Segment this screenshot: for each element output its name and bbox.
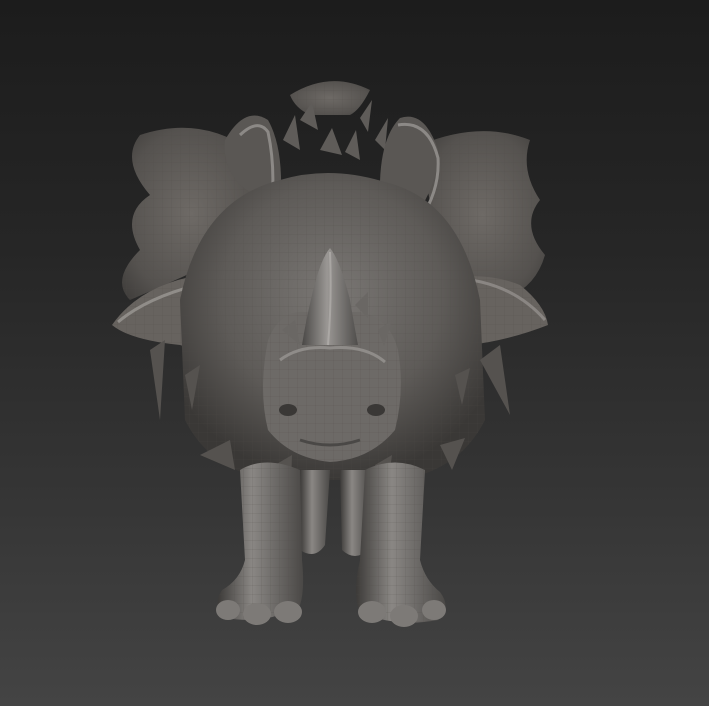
3d-viewport[interactable] bbox=[0, 0, 709, 706]
left-front-leg bbox=[216, 462, 304, 625]
left-rear-leg bbox=[300, 470, 330, 554]
right-front-leg bbox=[356, 462, 446, 627]
left-front-toes bbox=[216, 600, 302, 625]
back-plate-top bbox=[290, 81, 370, 115]
right-eye bbox=[367, 404, 385, 416]
left-eye bbox=[279, 404, 297, 416]
sculpt-model[interactable] bbox=[0, 0, 709, 706]
